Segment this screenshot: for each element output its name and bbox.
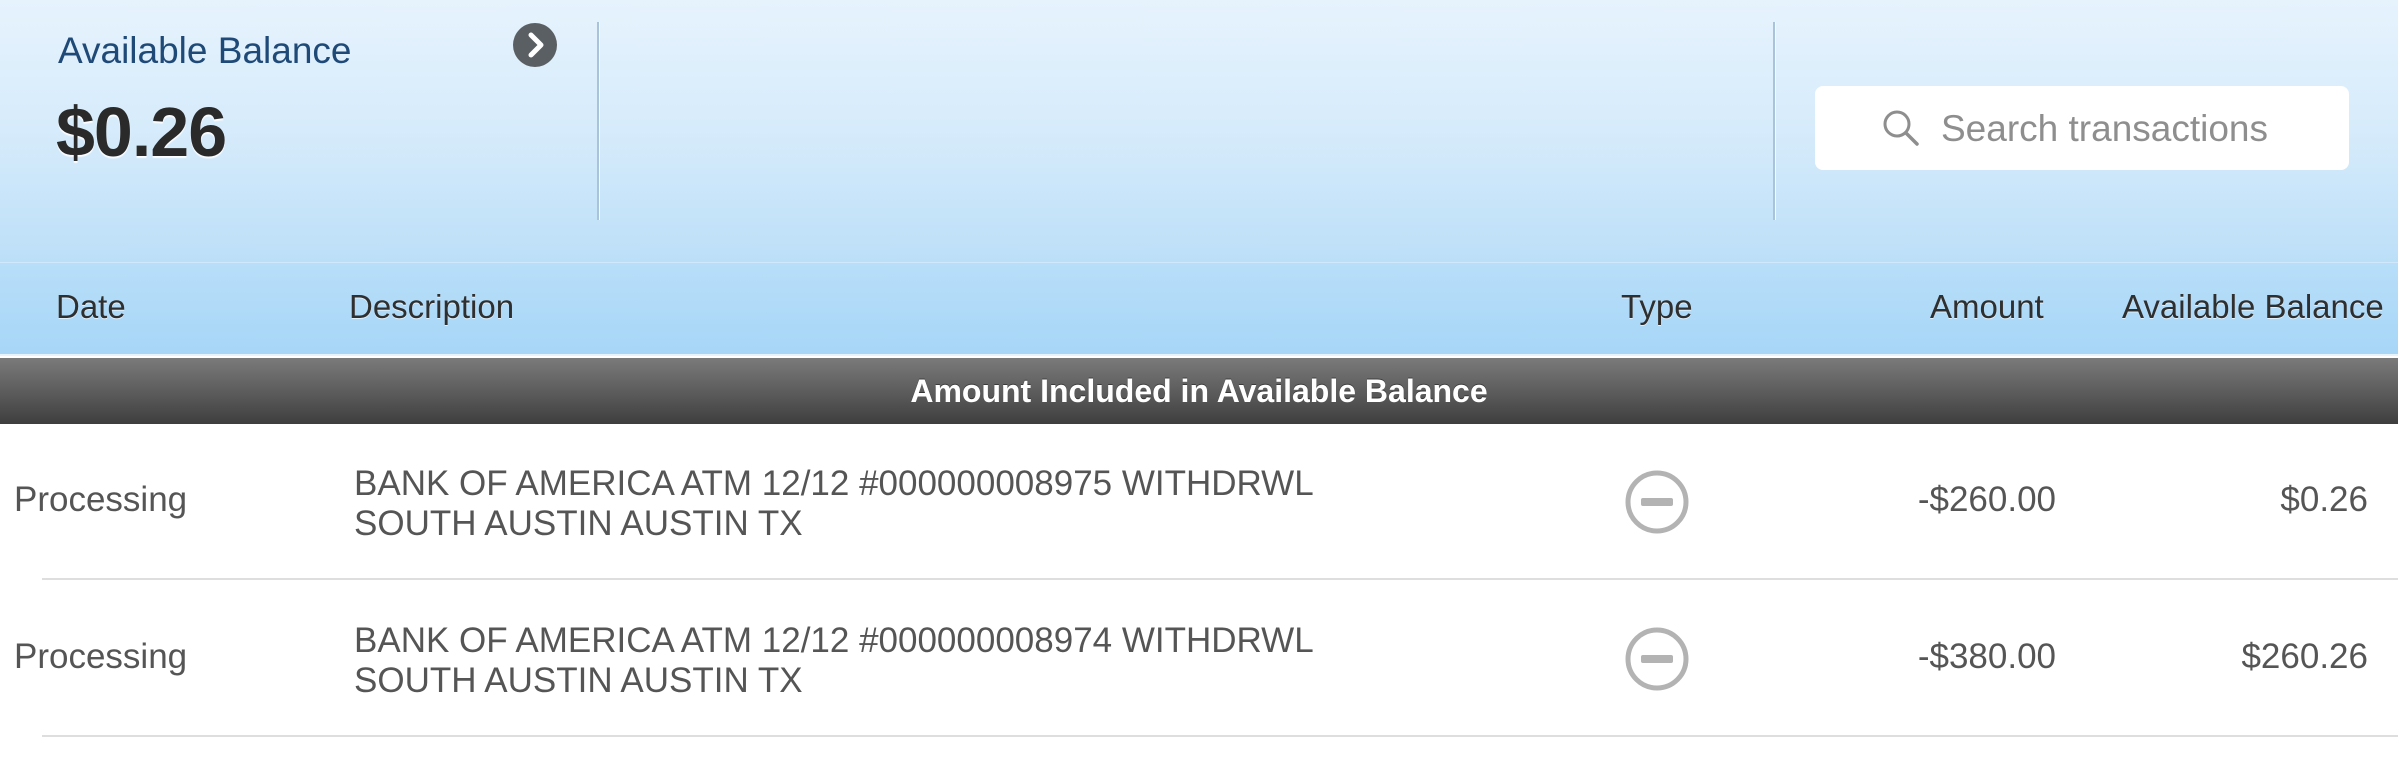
transaction-date: Processing — [14, 637, 188, 676]
transaction-amount: -$380.00 — [1917, 637, 2056, 676]
header-divider — [597, 22, 599, 220]
column-header-description[interactable]: Description — [349, 288, 514, 326]
column-header-available-balance[interactable]: Available Balance — [2122, 288, 2384, 326]
chevron-right-icon — [528, 32, 544, 58]
transaction-description-line: BANK OF AMERICA ATM 12/12 #000000008975 … — [354, 464, 1314, 503]
transaction-description-line: SOUTH AUSTIN AUSTIN TX — [354, 661, 803, 700]
column-header-bar: Date Description Type Amount Available B… — [0, 262, 2398, 356]
minus-circle-icon — [1625, 627, 1689, 691]
search-icon — [1883, 110, 1919, 146]
available-balance-amount: $0.26 — [56, 93, 227, 171]
transaction-description-line: BANK OF AMERICA ATM 12/12 #000000008974 … — [354, 621, 1314, 660]
transaction-description: BANK OF AMERICA ATM 12/12 #000000008975 … — [354, 464, 1314, 544]
search-input[interactable] — [1939, 100, 2333, 158]
column-header-amount[interactable]: Amount — [1930, 288, 2044, 326]
transaction-available-balance: $0.26 — [2280, 480, 2368, 519]
transaction-date: Processing — [14, 480, 188, 519]
balance-details-button[interactable] — [513, 23, 557, 67]
transactions-screen: Available Balance $0.26 Date Description… — [0, 0, 2398, 766]
search-box[interactable] — [1815, 86, 2349, 170]
row-divider — [42, 578, 2398, 580]
transaction-amount: -$260.00 — [1917, 480, 2056, 519]
section-header: Amount Included in Available Balance — [0, 358, 2398, 424]
transaction-description-line: SOUTH AUSTIN AUSTIN TX — [354, 504, 803, 543]
transaction-row[interactable]: Processing BANK OF AMERICA ATM 12/12 #00… — [0, 424, 2398, 580]
header-divider — [1773, 22, 1775, 220]
transaction-available-balance: $260.26 — [2241, 637, 2368, 676]
account-summary-header: Available Balance $0.26 — [0, 0, 2398, 262]
minus-circle-icon — [1625, 470, 1689, 534]
section-title: Amount Included in Available Balance — [910, 373, 1488, 409]
available-balance-label: Available Balance — [58, 30, 352, 71]
column-header-type[interactable]: Type — [1621, 288, 1693, 326]
transaction-description: BANK OF AMERICA ATM 12/12 #000000008974 … — [354, 621, 1314, 701]
transaction-row[interactable]: Processing BANK OF AMERICA ATM 12/12 #00… — [0, 581, 2398, 737]
row-divider — [42, 735, 2398, 737]
column-header-date[interactable]: Date — [56, 288, 126, 326]
